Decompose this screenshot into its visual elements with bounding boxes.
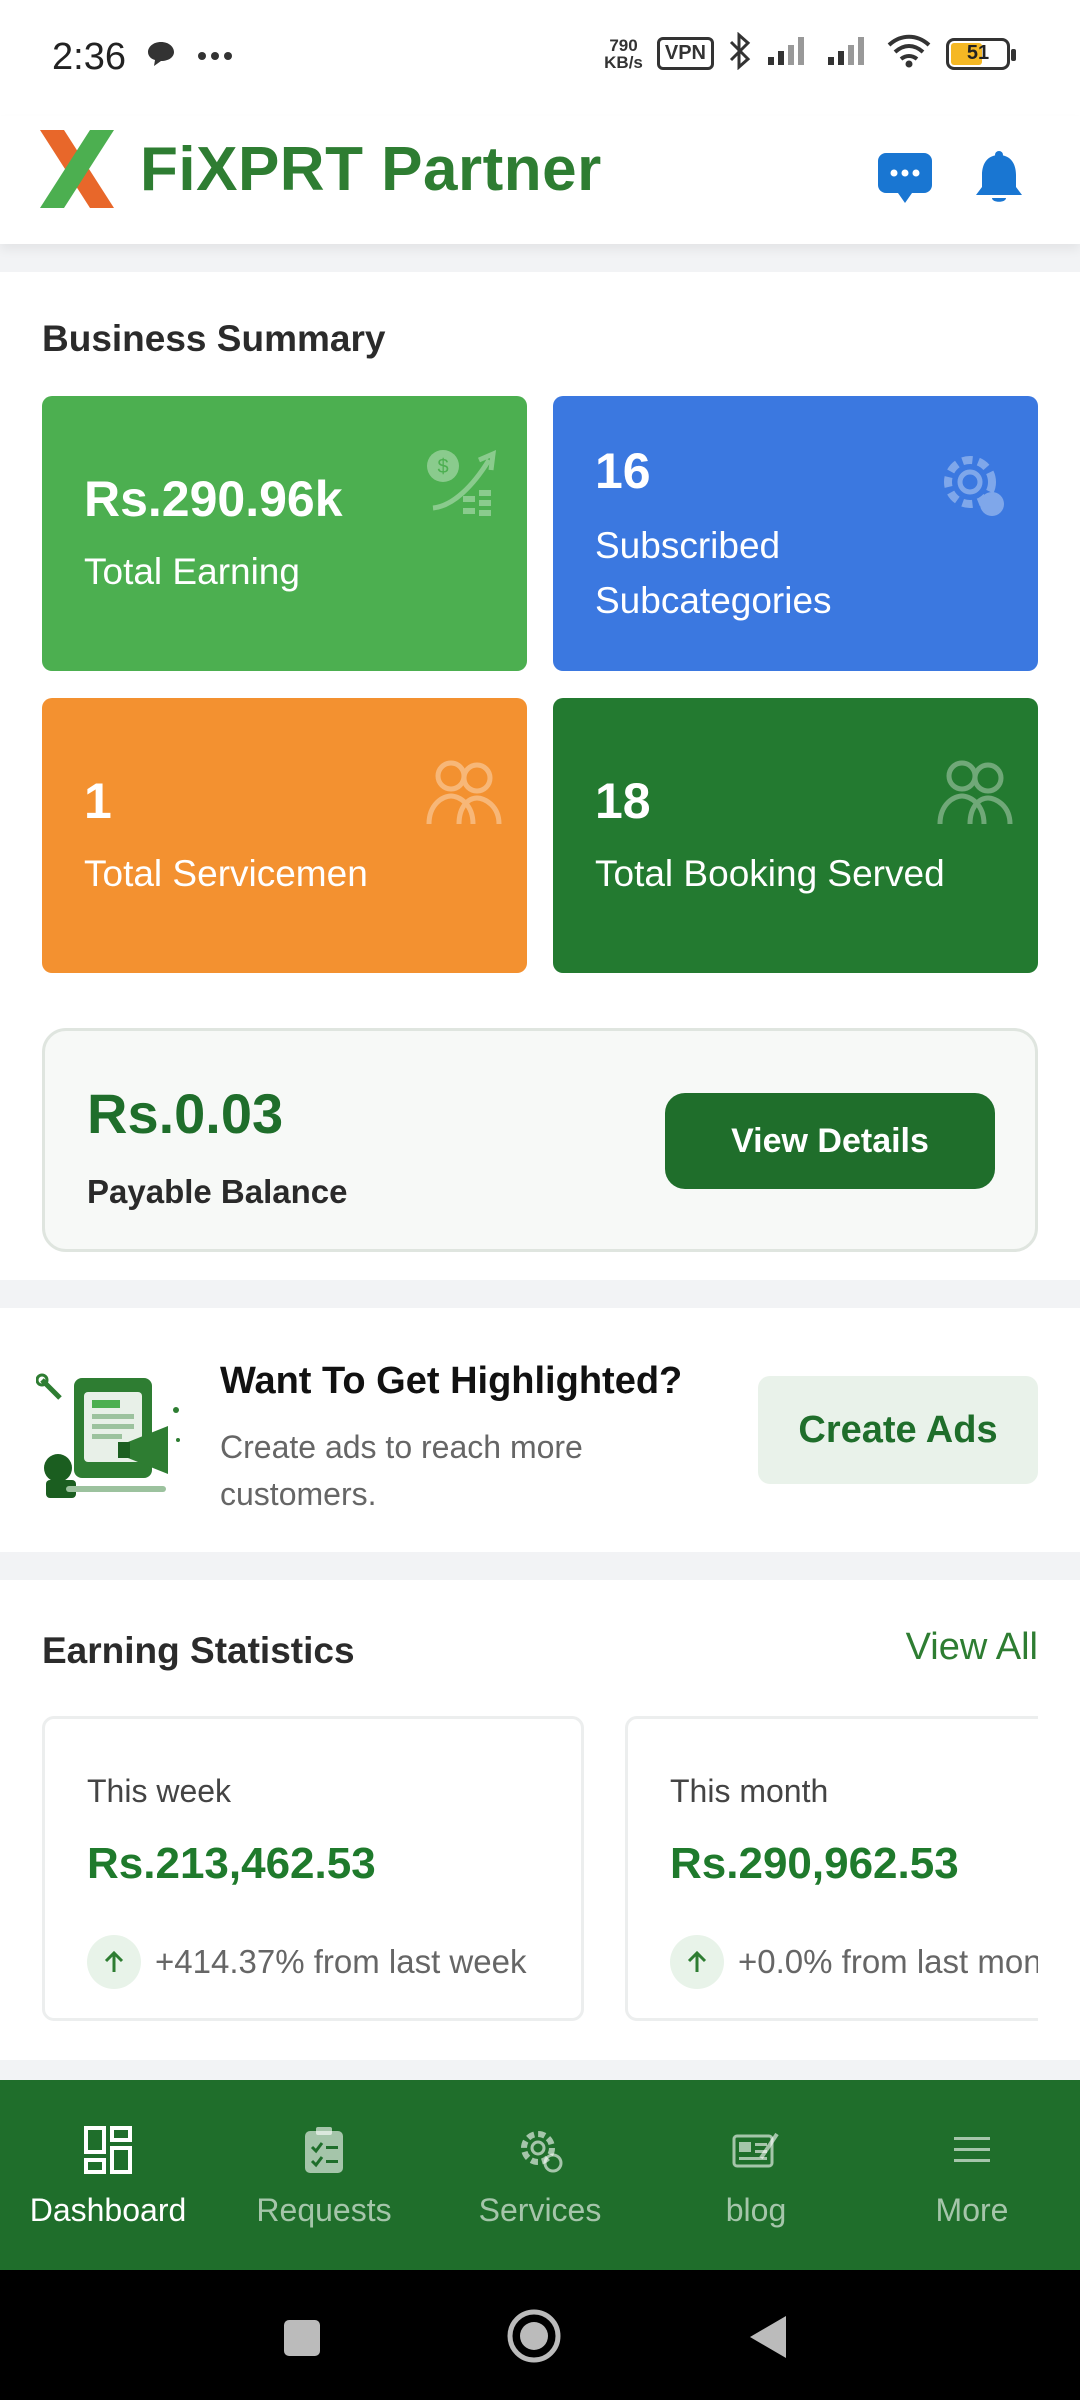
advertising-illustration bbox=[35, 1370, 186, 1500]
signal-icon bbox=[766, 35, 812, 72]
app-header: FiXPRT Partner bbox=[0, 116, 1080, 244]
arrow-up-icon bbox=[670, 1935, 724, 1989]
system-navigation-bar bbox=[0, 2270, 1080, 2400]
nav-more[interactable]: More bbox=[864, 2080, 1080, 2270]
nav-blog[interactable]: blog bbox=[648, 2080, 864, 2270]
signal-icon-2 bbox=[826, 35, 872, 72]
dashboard-icon bbox=[78, 2120, 138, 2180]
menu-icon bbox=[942, 2120, 1002, 2180]
gear-icon bbox=[510, 2120, 570, 2180]
total-earning-card[interactable]: Rs.290.96k Total Earning $ bbox=[42, 396, 527, 671]
svg-text:$: $ bbox=[437, 456, 448, 478]
subscribed-subcategories-card[interactable]: 16 Subscribed Subcategories bbox=[553, 396, 1038, 671]
back-button-icon[interactable] bbox=[748, 2314, 788, 2365]
vpn-badge: VPN bbox=[656, 37, 714, 70]
stats-carousel[interactable]: This week Rs.213,462.53 +414.37% from la… bbox=[0, 1580, 1038, 2060]
business-summary-section: Business Summary Rs.290.96k Total Earnin… bbox=[0, 272, 1080, 1280]
payable-balance-card: Rs.0.03 Payable Balance View Details bbox=[42, 1028, 1038, 1252]
gear-icon bbox=[934, 446, 1014, 526]
business-summary-title: Business Summary bbox=[42, 318, 386, 359]
chat-icon[interactable] bbox=[874, 148, 936, 210]
nav-requests[interactable]: Requests bbox=[216, 2080, 432, 2270]
total-booking-served-card[interactable]: 18 Total Booking Served bbox=[553, 698, 1038, 973]
ads-section: Want To Get Highlighted? Create ads to r… bbox=[0, 1308, 1080, 1552]
nav-dashboard[interactable]: Dashboard bbox=[0, 2080, 216, 2270]
status-bar: 2:36 790 KB/s VPN 51 bbox=[0, 0, 1080, 116]
chat-bubble-icon bbox=[146, 40, 176, 73]
status-time: 2:36 bbox=[52, 36, 126, 78]
app-logo bbox=[36, 126, 118, 212]
payable-balance-label: Payable Balance bbox=[87, 1173, 348, 1210]
earning-statistics-section: Earning Statistics View All This week Rs… bbox=[0, 1580, 1080, 2060]
payable-balance-value: Rs.0.03 bbox=[87, 1082, 284, 1145]
battery-icon: 51 bbox=[946, 37, 1016, 70]
stat-card-week[interactable]: This week Rs.213,462.53 +414.37% from la… bbox=[42, 1716, 584, 2021]
view-details-button[interactable]: View Details bbox=[665, 1093, 995, 1189]
people-icon bbox=[423, 748, 503, 828]
home-button-icon[interactable] bbox=[506, 2308, 562, 2369]
wifi-icon bbox=[886, 34, 932, 73]
ads-subtitle: Create ads to reach more customers. bbox=[220, 1429, 583, 1512]
ads-title: Want To Get Highlighted? bbox=[220, 1360, 683, 1402]
people-icon bbox=[934, 748, 1014, 828]
earning-chart-icon: $ bbox=[423, 446, 503, 526]
arrow-up-icon bbox=[87, 1935, 141, 1989]
app-title: FiXPRT Partner bbox=[140, 135, 602, 204]
bell-icon[interactable] bbox=[968, 148, 1030, 210]
stat-card-month[interactable]: This month Rs.290,962.53 +0.0% from last… bbox=[625, 1716, 1038, 2021]
clipboard-icon bbox=[294, 2120, 354, 2180]
bottom-navigation: Dashboard Requests Services blog More bbox=[0, 2080, 1080, 2270]
recents-button-icon[interactable] bbox=[282, 2318, 322, 2363]
nav-services[interactable]: Services bbox=[432, 2080, 648, 2270]
bluetooth-icon bbox=[728, 31, 752, 75]
more-dots-icon bbox=[198, 48, 232, 66]
network-speed: 790 KB/s bbox=[604, 35, 643, 72]
blog-icon bbox=[726, 2120, 786, 2180]
create-ads-button[interactable]: Create Ads bbox=[758, 1376, 1038, 1484]
total-servicemen-card[interactable]: 1 Total Servicemen bbox=[42, 698, 527, 973]
